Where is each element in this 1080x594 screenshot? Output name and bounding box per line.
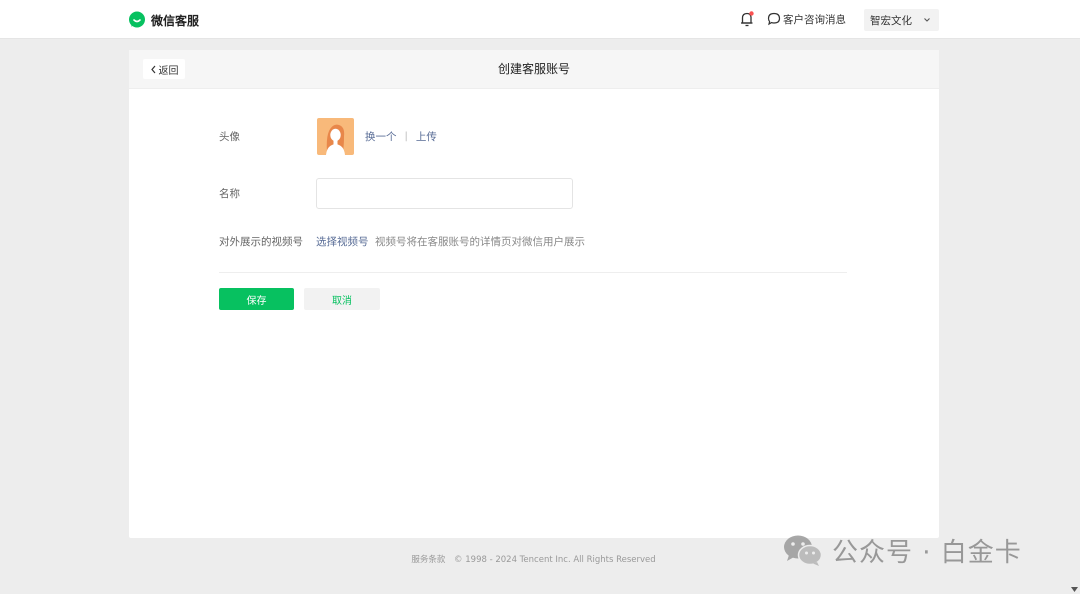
avatar-image — [317, 118, 354, 155]
account-name: 智宏文化 — [870, 14, 912, 27]
create-account-card: 创建客服账号 返回 头像 换一个 | 上传 名称 对外展示的视频号 选择视频号 … — [129, 50, 939, 538]
wechat-service-logo-icon — [129, 11, 145, 28]
watermark-text: 公众号 · 白金卡 — [832, 537, 1022, 568]
back-label: 返回 — [158, 65, 179, 77]
name-input[interactable] — [316, 178, 573, 209]
form-divider — [219, 272, 847, 273]
brand[interactable]: 微信客服 — [128, 10, 199, 30]
channel-label: 对外展示的视频号 — [219, 236, 303, 248]
page-title: 创建客服账号 — [497, 62, 570, 76]
watermark: 公众号 · 白金卡 — [782, 532, 1022, 568]
customer-messages-label: 客户咨询消息 — [783, 13, 846, 26]
avatar-label: 头像 — [219, 131, 240, 143]
brand-name: 微信客服 — [151, 13, 200, 28]
copyright-text: © 1998 - 2024 Tencent Inc. All Rights Re… — [454, 555, 656, 565]
terms-link[interactable]: 服务条款 — [411, 555, 445, 565]
account-switcher[interactable]: 智宏文化 — [864, 9, 939, 31]
bell-icon[interactable] — [739, 10, 755, 28]
select-channel-link[interactable]: 选择视频号 — [316, 234, 369, 249]
channel-hint: 视频号将在客服账号的详情页对微信用户展示 — [375, 236, 585, 248]
save-button[interactable]: 保存 — [219, 288, 294, 310]
avatar-actions: 换一个 | 上传 — [365, 129, 437, 144]
notification-dot — [749, 11, 754, 16]
back-button[interactable]: 返回 — [143, 59, 185, 79]
change-avatar-link[interactable]: 换一个 — [365, 129, 397, 144]
chevron-left-icon — [150, 65, 155, 73]
top-navbar: 微信客服 客户咨询消息 智宏文化 — [0, 0, 1080, 39]
link-separator: | — [404, 131, 408, 142]
cancel-button[interactable]: 取消 — [304, 288, 380, 310]
customer-messages-link[interactable]: 客户咨询消息 — [767, 10, 846, 28]
scroll-down-arrow-icon[interactable] — [1071, 587, 1078, 592]
chevron-down-icon — [924, 18, 930, 22]
upload-avatar-link[interactable]: 上传 — [416, 129, 437, 144]
card-header: 创建客服账号 返回 — [129, 50, 939, 89]
name-label: 名称 — [219, 188, 240, 200]
wechat-icon — [784, 535, 823, 566]
chat-bubble-icon — [767, 12, 781, 26]
